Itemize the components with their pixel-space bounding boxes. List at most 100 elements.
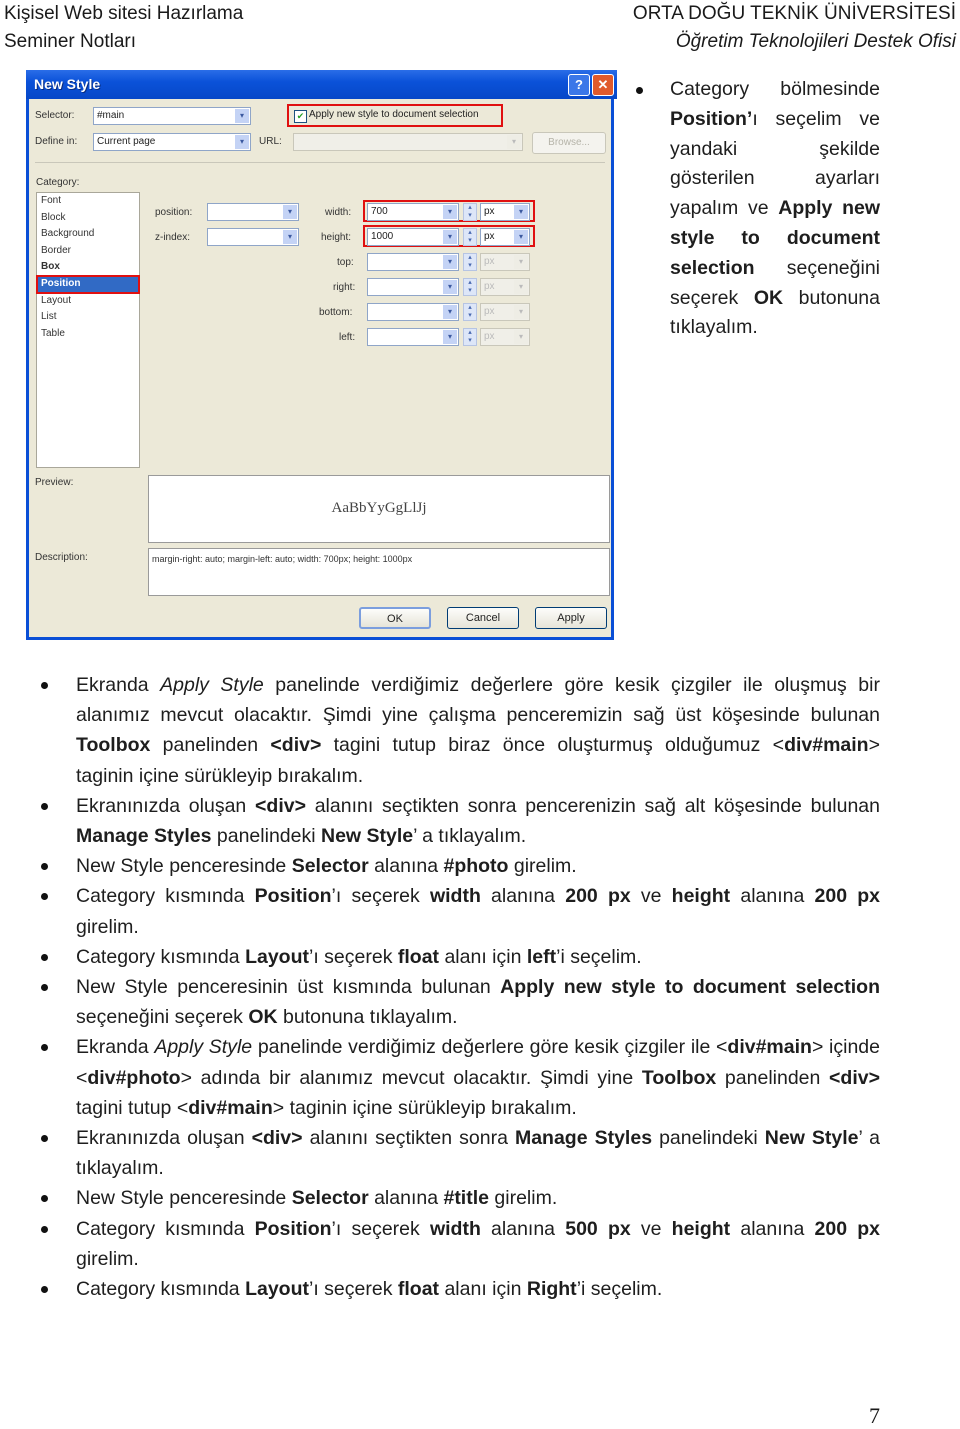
width-value: 700 [371, 206, 388, 217]
category-border[interactable]: Border [37, 243, 139, 260]
url-input: ▾ [293, 133, 523, 151]
category-background[interactable]: Background [37, 226, 139, 243]
text-run: girelim. [76, 915, 139, 938]
text-run: > taginin içine sürükleyip bırakalım. [272, 1096, 577, 1119]
height-spinner[interactable]: ▴ ▾ [463, 228, 477, 246]
bottom-unit-select: px ▾ [480, 303, 530, 321]
bottom-spinner[interactable]: ▴ ▾ [463, 303, 477, 321]
width-unit-select[interactable]: px ▾ [480, 203, 530, 221]
category-font[interactable]: Font [37, 193, 139, 210]
top-input[interactable]: ▾ [367, 253, 459, 271]
category-box[interactable]: Box [37, 259, 139, 276]
bold-text: height [671, 885, 731, 908]
bold-text: <div> [251, 1127, 303, 1150]
text-run: tagini tutup biraz önce oluşturmuş olduğ… [321, 734, 785, 757]
bold-text: Layout [245, 1278, 309, 1301]
apply-new-style-checkbox[interactable]: ✔ [294, 110, 307, 123]
bold-text: float [397, 945, 440, 968]
text-run: Category kısmında [76, 885, 255, 908]
italic-text: Apply Style [154, 1036, 253, 1059]
chevron-down-icon[interactable]: ▾ [443, 255, 457, 269]
dialog-title: New Style [34, 76, 101, 92]
list-item: New Style penceresinde Selector alanına … [38, 1183, 880, 1213]
bold-text: New Style [764, 1127, 859, 1150]
position-label: position: [155, 207, 193, 218]
category-list: Font Block Background Border Box Positio… [36, 192, 140, 468]
width-spinner[interactable]: ▴ ▾ [463, 203, 477, 221]
left-input[interactable]: ▾ [367, 328, 459, 346]
bold-text: width [429, 885, 481, 908]
right-unit: px [484, 281, 495, 292]
text-run: > adında bir alanımız mevcut olacaktır. … [180, 1066, 642, 1089]
right-spinner[interactable]: ▴ ▾ [463, 278, 477, 296]
doc-title: Kişisel Web sitesi Hazırlama [4, 3, 244, 24]
divider [35, 162, 605, 163]
list-item: Category kısmında Position’ı seçerek wid… [38, 1214, 880, 1274]
chevron-down-icon[interactable]: ▾ [283, 230, 297, 244]
apply-button[interactable]: Apply [535, 607, 607, 629]
top-spinner[interactable]: ▴ ▾ [463, 253, 477, 271]
bullet-icon [636, 87, 643, 94]
help-icon[interactable]: ? [568, 74, 590, 96]
text-run: ve [630, 885, 672, 908]
chevron-down-icon[interactable]: ▾ [514, 230, 528, 244]
category-table[interactable]: Table [37, 326, 139, 343]
left-unit: px [484, 331, 495, 342]
bold-text: 200 px [565, 885, 631, 908]
height-input[interactable]: 1000 ▾ [367, 228, 459, 246]
list-item: Ekranda Apply Style panelinde verdiğimiz… [38, 1032, 880, 1123]
bold-text: float [397, 1278, 440, 1301]
list-item: Ekranınızda oluşan <div> alanını seçtikt… [38, 791, 880, 851]
text-run: Ekranda [76, 1036, 155, 1059]
define-in-select[interactable]: Current page ▾ [93, 133, 251, 151]
text-run: tagini tutup < [76, 1096, 189, 1119]
width-input[interactable]: 700 ▾ [367, 203, 459, 221]
text-run: alanına [730, 1217, 815, 1240]
close-icon[interactable]: ✕ [592, 74, 614, 96]
zindex-select[interactable]: ▾ [207, 228, 299, 246]
text-run: ’i seçelim. [556, 945, 642, 968]
text-run: panelinden [716, 1066, 830, 1089]
category-layout[interactable]: Layout [37, 293, 139, 310]
chevron-down-icon[interactable]: ▾ [235, 135, 249, 149]
chevron-down-icon[interactable]: ▾ [283, 205, 297, 219]
top-unit-select: px ▾ [480, 253, 530, 271]
top-label: top: [337, 257, 354, 268]
instruction-list: Ekranda Apply Style panelinde verdiğimiz… [38, 670, 880, 1304]
position-select[interactable]: ▾ [207, 203, 299, 221]
top-unit: px [484, 256, 495, 267]
cancel-button[interactable]: Cancel [447, 607, 519, 629]
chevron-down-icon[interactable]: ▾ [443, 230, 457, 244]
category-block[interactable]: Block [37, 210, 139, 227]
ok-button[interactable]: OK [359, 607, 431, 629]
chevron-down-icon[interactable]: ▾ [443, 305, 457, 319]
chevron-down-icon[interactable]: ▾ [514, 205, 528, 219]
text-run: panelindeki [652, 1127, 765, 1150]
list-item: Ekranınızda oluşan <div> alanını seçtikt… [38, 1123, 880, 1183]
text-run: Category kısmında [76, 1217, 255, 1240]
text-run: alanına [480, 1217, 566, 1240]
bold-text: width [429, 1217, 481, 1240]
bold-text: New Style [320, 825, 414, 848]
header-right: ORTA DOĞU TEKNİK ÜNİVERSİTESİ Öğretim Te… [633, 0, 956, 56]
bold-text: div#main [784, 734, 869, 757]
category-list-item[interactable]: List [37, 309, 139, 326]
left-spinner[interactable]: ▴ ▾ [463, 328, 477, 346]
zindex-label: z-index: [155, 232, 191, 243]
chevron-down-icon[interactable]: ▾ [443, 330, 457, 344]
right-input[interactable]: ▾ [367, 278, 459, 296]
text-run: alanına [480, 885, 566, 908]
chevron-down-icon[interactable]: ▾ [235, 109, 249, 123]
chevron-down-icon[interactable]: ▾ [443, 205, 457, 219]
bold-text: Toolbox [76, 734, 151, 757]
height-unit-select[interactable]: px ▾ [480, 228, 530, 246]
category-label: Category: [36, 177, 80, 188]
preview-text: AaBbYyGgLlJj [331, 500, 427, 516]
bottom-input[interactable]: ▾ [367, 303, 459, 321]
selector-input[interactable]: #main ▾ [93, 107, 251, 125]
chevron-down-icon[interactable]: ▾ [443, 280, 457, 294]
text-run: butonuna tıklayalım. [277, 1006, 458, 1029]
category-position[interactable]: Position [36, 274, 140, 294]
bold-text: Position [254, 1217, 332, 1240]
text-run: panelindeki [211, 825, 321, 848]
